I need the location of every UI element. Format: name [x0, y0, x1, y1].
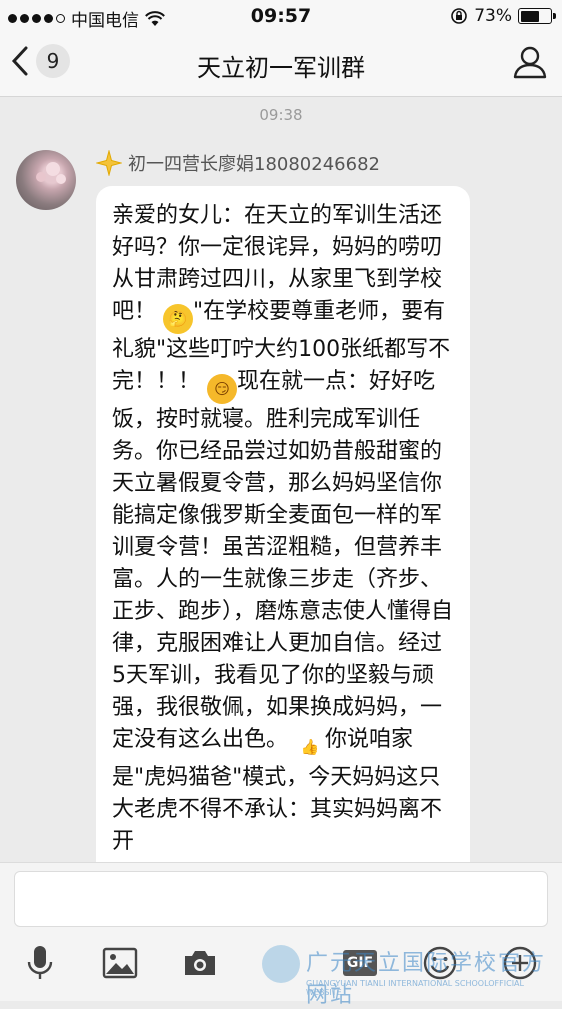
- sender-row: 初一四营长廖娟18080246682: [96, 150, 380, 176]
- school-logo: [262, 945, 300, 983]
- sparkle-icon: [96, 150, 122, 176]
- watermark-cn: 广元天立国际学校官方网站: [306, 951, 547, 1008]
- watermark-en: GUANGYUAN TIANLI INTERNATIONAL SCHOOLOFF…: [306, 979, 524, 997]
- battery-icon: [518, 8, 556, 24]
- input-area: GIF 广元天立国际学校官方网站 GUANGYUAN TIANLI INTERN…: [0, 862, 562, 1008]
- message-timestamp: 09:38: [259, 106, 303, 124]
- battery-group: 73%: [450, 6, 556, 26]
- microphone-icon: [27, 946, 53, 979]
- image-icon: [102, 947, 138, 979]
- message-bubble[interactable]: 亲爱的女儿：在天立的军训生活还好吗？你一定很诧异，妈妈的唠叨从甘肃跨过四川，从家…: [96, 186, 470, 906]
- website-watermark: 广元天立国际学校官方网站 GUANGYUAN TIANLI INTERNATIO…: [262, 941, 562, 1008]
- page-title: 天立初一军训群: [197, 54, 365, 82]
- image-button[interactable]: [98, 941, 142, 985]
- rotation-lock-icon: [451, 8, 468, 24]
- status-bar: 中国电信 09:57 73%: [0, 0, 562, 32]
- avatar[interactable]: [16, 150, 76, 210]
- person-icon: [513, 46, 547, 79]
- camera-button[interactable]: [178, 941, 222, 985]
- smirk-emoji-icon: 😏: [207, 374, 238, 404]
- voice-button[interactable]: [18, 941, 62, 985]
- battery-percent: 73%: [474, 6, 512, 26]
- camera-icon: [185, 951, 215, 975]
- nav-bar: 9 天立初一军训群: [0, 32, 562, 97]
- message-text: 亲爱的女儿：在天立的军训生活还好吗？你一定很诧异，妈妈的唠叨从甘肃跨过四川，从家…: [112, 203, 454, 854]
- thumbs-up-emoji-icon: 👍: [300, 738, 320, 756]
- group-members-button[interactable]: [512, 44, 548, 84]
- thinking-emoji-icon: 🤔: [163, 304, 194, 334]
- message-input[interactable]: [14, 871, 548, 927]
- sender-name: 初一四营长廖娟18080246682: [128, 154, 380, 175]
